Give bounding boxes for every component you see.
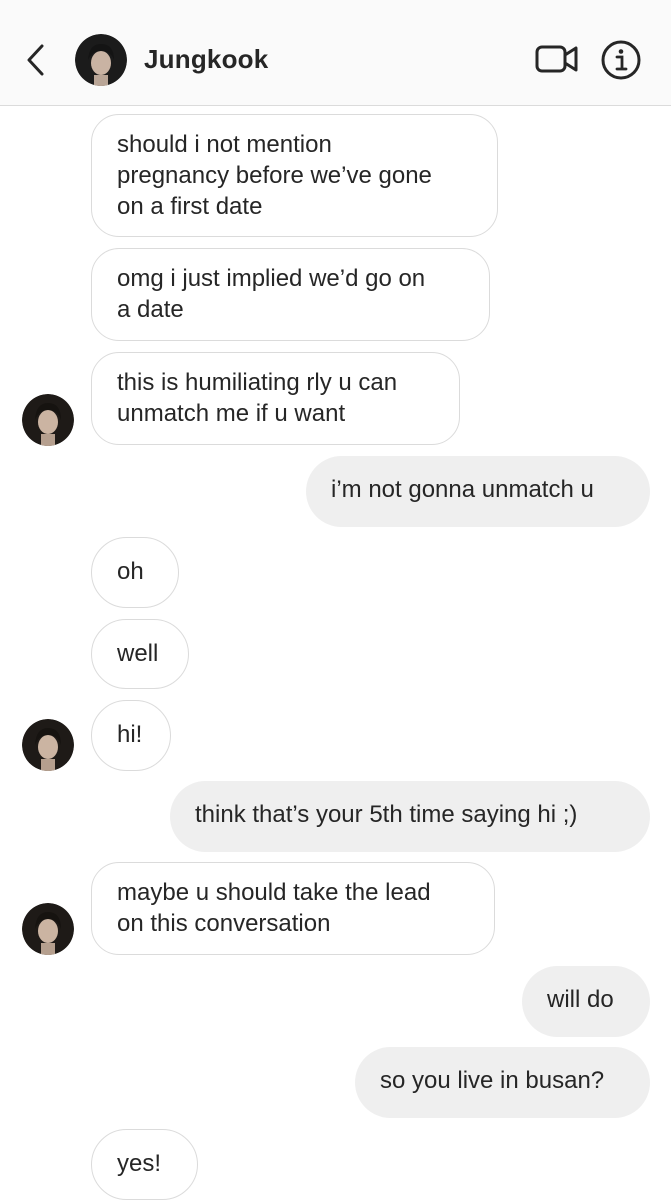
incoming-message[interactable]: maybe u should take the lead on this con… <box>91 862 495 955</box>
contact-avatar-small[interactable] <box>22 719 74 771</box>
message-thread[interactable]: should i not mention pregnancy before we… <box>0 106 671 1200</box>
outgoing-message[interactable]: i’m not gonna unmatch u <box>306 456 650 527</box>
contact-avatar-small[interactable] <box>22 394 74 446</box>
incoming-message[interactable]: well <box>91 619 189 689</box>
outgoing-message[interactable]: so you live in busan? <box>355 1047 650 1118</box>
info-icon[interactable] <box>600 39 642 81</box>
incoming-message[interactable]: oh <box>91 537 179 608</box>
back-chevron-icon[interactable] <box>24 43 48 77</box>
incoming-message[interactable]: should i not mention pregnancy before we… <box>91 114 498 237</box>
incoming-message[interactable]: hi! <box>91 700 171 771</box>
contact-avatar[interactable] <box>75 34 127 86</box>
outgoing-message[interactable]: will do <box>522 966 650 1037</box>
incoming-message[interactable]: omg i just implied we’d go on a date <box>91 248 490 341</box>
video-call-icon[interactable] <box>535 42 579 76</box>
incoming-message[interactable]: this is humiliating rly u can unmatch me… <box>91 352 460 445</box>
chat-header: Jungkook <box>0 0 671 106</box>
incoming-message[interactable]: yes! <box>91 1129 198 1200</box>
outgoing-message[interactable]: think that’s your 5th time saying hi ;) <box>170 781 650 852</box>
contact-name[interactable]: Jungkook <box>144 44 268 75</box>
contact-avatar-small[interactable] <box>22 903 74 955</box>
